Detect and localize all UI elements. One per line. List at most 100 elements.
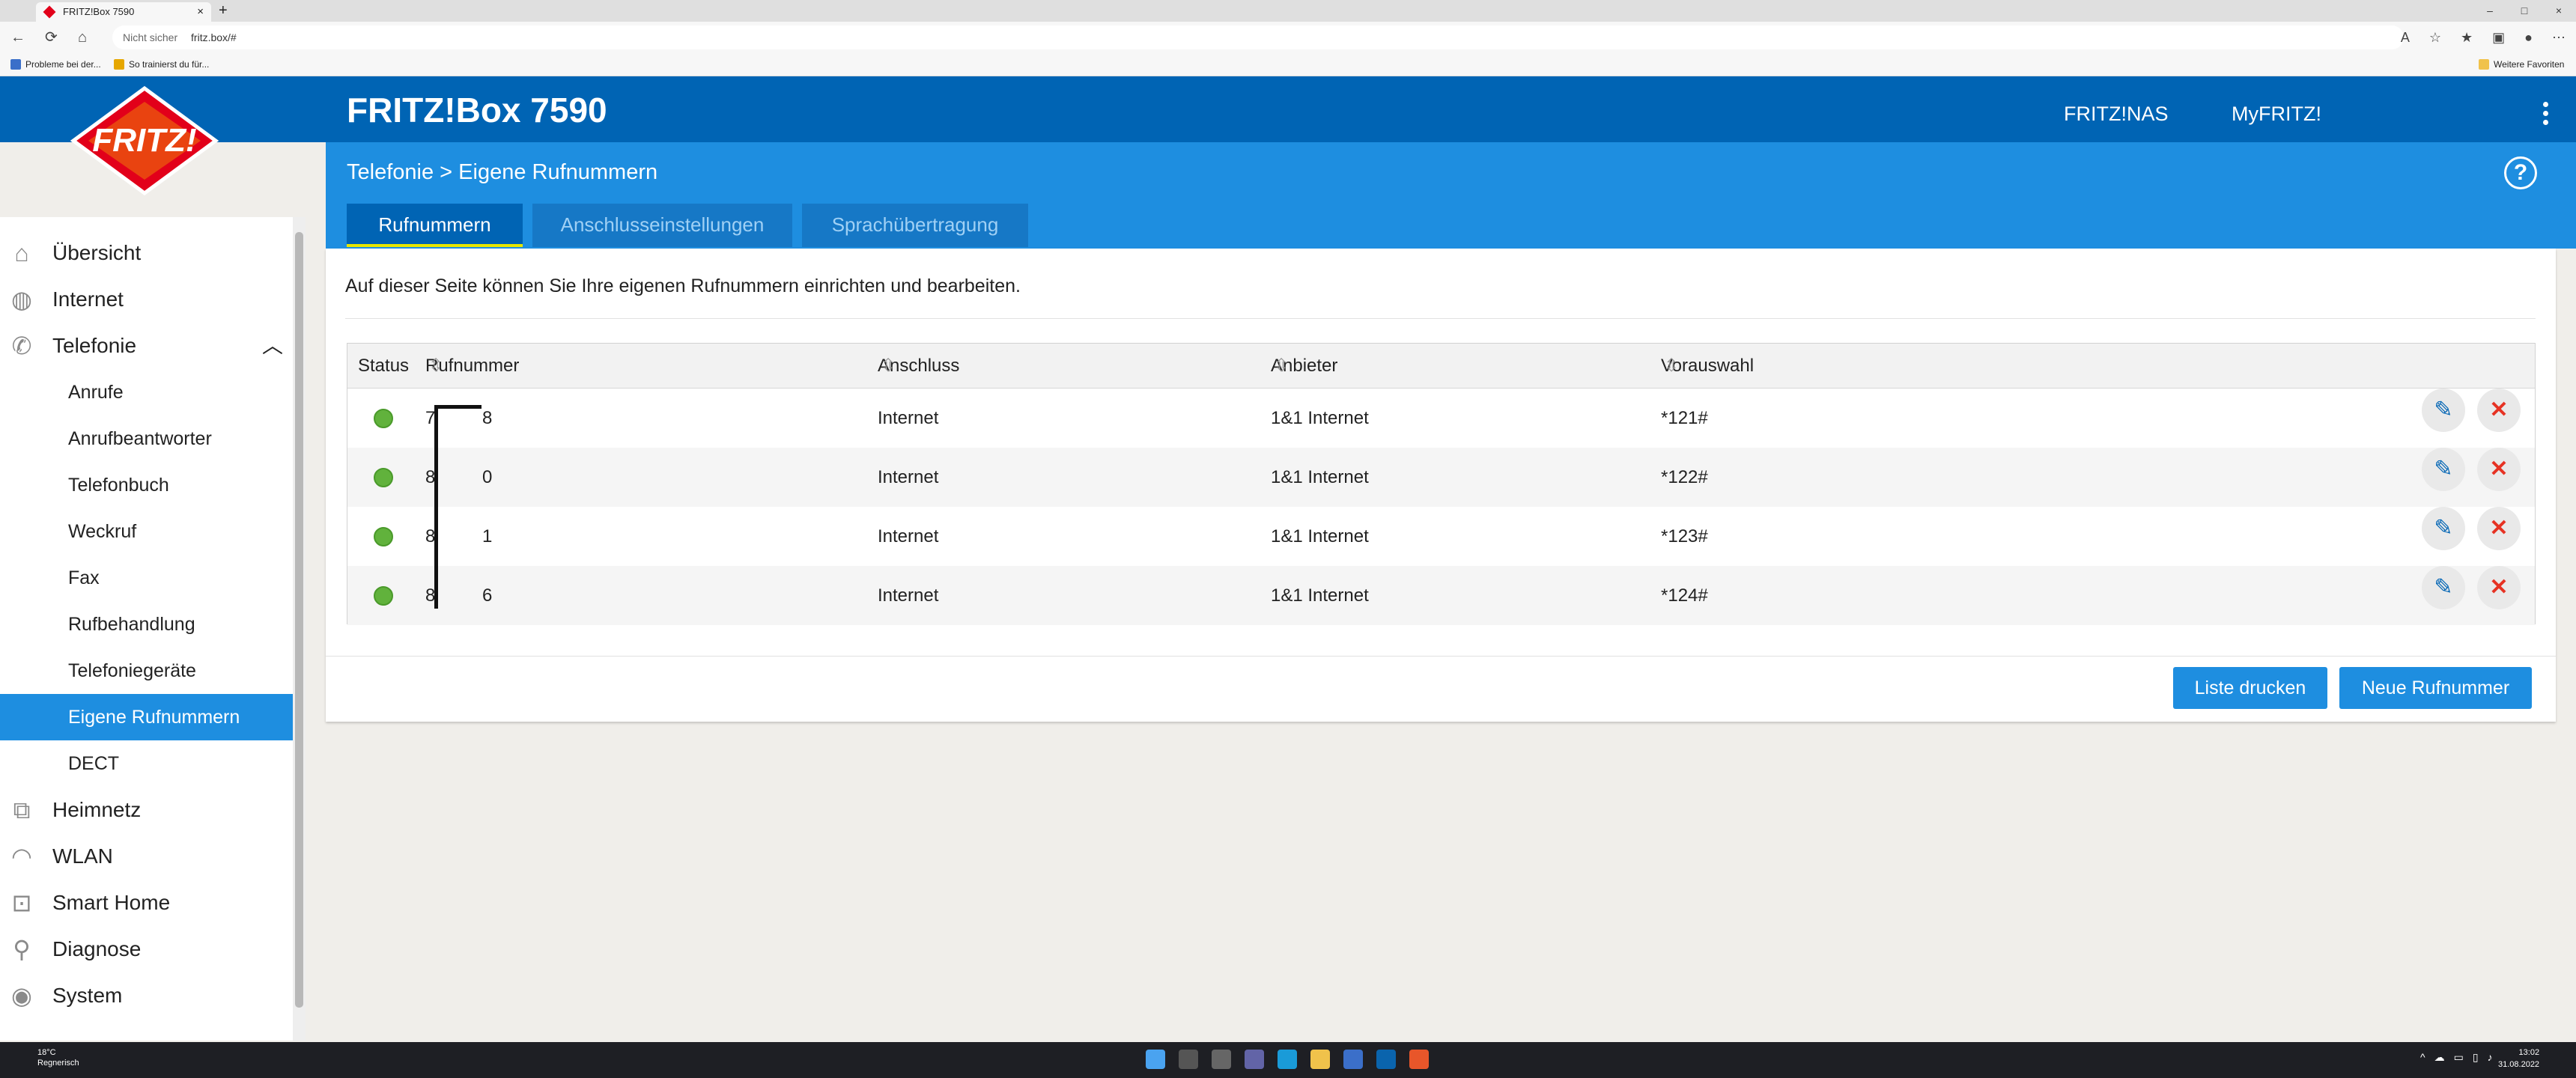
search-icon[interactable] bbox=[1179, 1050, 1198, 1069]
sidebar-item-telefonie[interactable]: ✆ Telefonie ︿ bbox=[0, 323, 293, 369]
breadcrumb-parent[interactable]: Telefonie bbox=[347, 160, 434, 184]
delete-x-icon[interactable]: ✕ bbox=[2477, 507, 2521, 550]
start-icon[interactable] bbox=[1146, 1050, 1165, 1069]
myfritz-link[interactable]: MyFRITZ! bbox=[2232, 103, 2321, 126]
not-secure-label: Nicht sicher bbox=[123, 31, 178, 43]
sidebar-sub-dect[interactable]: DECT bbox=[0, 740, 293, 787]
reload-icon[interactable]: ⟳ bbox=[45, 22, 58, 53]
collections-icon[interactable]: ▣ bbox=[2492, 22, 2505, 53]
delete-x-icon[interactable]: ✕ bbox=[2477, 389, 2521, 432]
more-menu-icon[interactable] bbox=[2543, 102, 2551, 127]
tab-anschlusseinstellungen[interactable]: Anschlusseinstellungen bbox=[532, 204, 792, 247]
favorites-icon[interactable]: ★ bbox=[2461, 22, 2473, 53]
task-view-icon[interactable] bbox=[1212, 1050, 1231, 1069]
edit-pencil-icon[interactable]: ✎ bbox=[2422, 566, 2465, 609]
scrollbar-thumb[interactable] bbox=[295, 232, 303, 1008]
sort-icon[interactable]: ⇳ bbox=[1274, 344, 1289, 389]
clock-time: 13:02 bbox=[2518, 1048, 2540, 1057]
url-field[interactable]: Nicht sicher fritz.box/# bbox=[112, 25, 2404, 49]
sidebar-item-smart-home[interactable]: ⊡ Smart Home bbox=[0, 880, 293, 926]
sidebar-sub-anrufe[interactable]: Anrufe bbox=[0, 369, 293, 415]
home-browser-icon[interactable]: ⌂ bbox=[78, 22, 87, 53]
sidebar-sub-weckruf[interactable]: Weckruf bbox=[0, 508, 293, 555]
sidebar-sub-fax[interactable]: Fax bbox=[0, 555, 293, 601]
clock[interactable]: 13:02 31.08.2022 bbox=[2498, 1047, 2539, 1071]
profile-icon[interactable]: ● bbox=[2524, 22, 2533, 53]
weather-widget[interactable]: 18°C Regnerisch bbox=[13, 1047, 79, 1068]
back-icon[interactable]: ← bbox=[10, 22, 25, 53]
sort-icon[interactable]: ⇳ bbox=[881, 344, 896, 389]
tab-rufnummern[interactable]: Rufnummern bbox=[347, 204, 523, 247]
url-text: fritz.box/# bbox=[191, 31, 237, 43]
sidebar-item-uebersicht[interactable]: ⌂ Übersicht bbox=[0, 230, 293, 276]
close-tab-icon[interactable]: × bbox=[197, 2, 204, 22]
breadcrumb: Telefonie > Eigene Rufnummern bbox=[347, 160, 657, 185]
breadcrumb-current: Eigene Rufnummern bbox=[458, 160, 658, 184]
edit-pencil-icon[interactable]: ✎ bbox=[2422, 507, 2465, 550]
sidebar-sub-eigene-rufnummern[interactable]: Eigene Rufnummern bbox=[0, 694, 293, 740]
sidebar-item-internet[interactable]: ◍ Internet bbox=[0, 276, 293, 323]
system-tray: ^ ☁ ▭ ▯ ♪ bbox=[2420, 1051, 2493, 1064]
anbieter-cell: 1&1 Internet bbox=[1271, 585, 1369, 606]
vorauswahl-cell: *121# bbox=[1661, 408, 1708, 428]
browser-tab-strip: FRITZ!Box 7590 × + – □ × bbox=[0, 0, 2576, 22]
home-icon: ⌂ bbox=[14, 240, 29, 267]
sidebar-sub-telefoniegeraete[interactable]: Telefoniegeräte bbox=[0, 648, 293, 694]
sidebar-item-system[interactable]: ◉ System bbox=[0, 972, 293, 1019]
app-icon[interactable] bbox=[1409, 1050, 1429, 1069]
settings-more-icon[interactable]: ⋯ bbox=[2552, 22, 2566, 53]
sidebar-sub-telefonbuch[interactable]: Telefonbuch bbox=[0, 462, 293, 508]
chevron-up-icon[interactable]: ︿ bbox=[262, 323, 283, 369]
maximize-icon[interactable]: □ bbox=[2507, 0, 2542, 22]
browser-tab[interactable]: FRITZ!Box 7590 × bbox=[36, 2, 211, 22]
fritznas-link[interactable]: FRITZ!NAS bbox=[2064, 103, 2169, 126]
address-bar-row: ← ⟳ ⌂ Nicht sicher fritz.box/# A ☆ ★ ▣ ●… bbox=[0, 22, 2576, 53]
new-tab-icon[interactable]: + bbox=[219, 0, 228, 22]
network-icon: ⧉ bbox=[13, 797, 31, 823]
teams-icon[interactable] bbox=[1245, 1050, 1264, 1069]
number-end: 0 bbox=[482, 467, 493, 487]
volume-icon[interactable]: ♪ bbox=[2488, 1051, 2493, 1064]
divider bbox=[326, 656, 2556, 657]
weather-desc: Regnerisch bbox=[37, 1059, 79, 1068]
sidebar-item-diagnose[interactable]: ⚲ Diagnose bbox=[0, 926, 293, 972]
store-icon[interactable] bbox=[1343, 1050, 1363, 1069]
diagnose-icon: ⚲ bbox=[13, 936, 31, 963]
help-icon[interactable]: ? bbox=[2504, 156, 2537, 189]
tab-sprachuebertragung[interactable]: Sprachübertragung bbox=[802, 204, 1028, 247]
other-favorites[interactable]: Weitere Favoriten bbox=[2479, 53, 2564, 76]
fritz-logo[interactable]: FRITZ! bbox=[66, 85, 223, 196]
sort-icon[interactable]: ⇳ bbox=[1664, 344, 1679, 389]
anschluss-cell: Internet bbox=[878, 408, 939, 428]
cloud-icon[interactable]: ☁ bbox=[2434, 1051, 2445, 1064]
sidebar-scrollbar[interactable] bbox=[293, 217, 306, 1041]
new-number-button[interactable]: Neue Rufnummer bbox=[2339, 667, 2532, 709]
delete-x-icon[interactable]: ✕ bbox=[2477, 448, 2521, 491]
favorite-icon bbox=[10, 59, 21, 70]
print-list-button[interactable]: Liste drucken bbox=[2173, 667, 2327, 709]
network-tray-icon[interactable]: ▯ bbox=[2473, 1051, 2479, 1064]
favorite-item-1[interactable]: Probleme bei der... bbox=[10, 53, 101, 76]
read-aloud-icon[interactable]: A bbox=[2401, 22, 2410, 53]
add-favorite-icon[interactable]: ☆ bbox=[2429, 22, 2441, 53]
chevron-up-icon[interactable]: ^ bbox=[2420, 1051, 2425, 1064]
phone-numbers-table: Status Rufnummer ⇳ Anschluss ⇳ Anbieter ⇳ V… bbox=[347, 343, 2536, 625]
anbieter-cell: 1&1 Internet bbox=[1271, 467, 1369, 487]
display-icon[interactable]: ▭ bbox=[2454, 1051, 2464, 1064]
edit-pencil-icon[interactable]: ✎ bbox=[2422, 389, 2465, 432]
favorite-icon bbox=[114, 59, 124, 70]
sidebar-sub-anrufbeantworter[interactable]: Anrufbeantworter bbox=[0, 415, 293, 462]
delete-x-icon[interactable]: ✕ bbox=[2477, 566, 2521, 609]
edge-icon[interactable] bbox=[1278, 1050, 1297, 1069]
sidebar-sub-rufbehandlung[interactable]: Rufbehandlung bbox=[0, 601, 293, 648]
favorite-item-2[interactable]: So trainierst du für... bbox=[114, 53, 209, 76]
sort-icon[interactable]: ⇳ bbox=[428, 344, 443, 389]
explorer-icon[interactable] bbox=[1310, 1050, 1330, 1069]
minimize-icon[interactable]: – bbox=[2473, 0, 2507, 22]
divider bbox=[345, 318, 2536, 319]
mail-icon[interactable] bbox=[1376, 1050, 1396, 1069]
close-window-icon[interactable]: × bbox=[2542, 0, 2576, 22]
sidebar-item-heimnetz[interactable]: ⧉ Heimnetz bbox=[0, 787, 293, 833]
sidebar-item-wlan[interactable]: ◠ WLAN bbox=[0, 833, 293, 880]
edit-pencil-icon[interactable]: ✎ bbox=[2422, 448, 2465, 491]
